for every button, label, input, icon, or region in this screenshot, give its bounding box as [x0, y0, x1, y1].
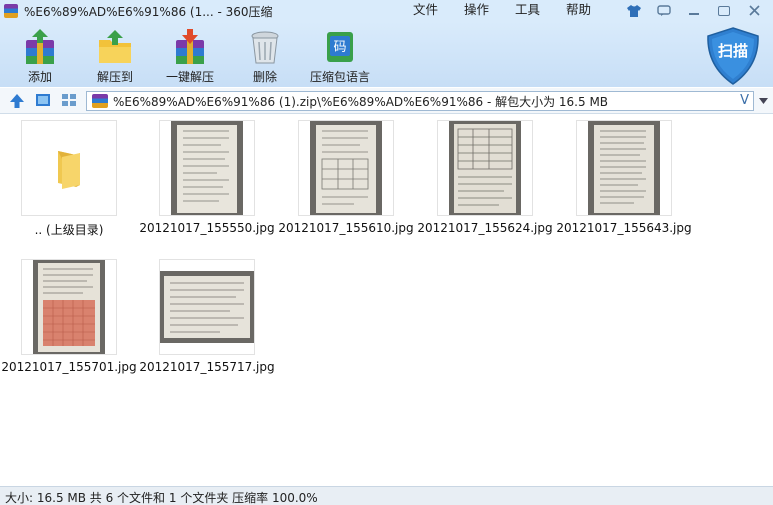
- maximize-icon: [718, 5, 730, 16]
- file-name: 20121017_155624.jpg: [417, 221, 553, 235]
- close-button[interactable]: [739, 2, 769, 19]
- file-list: .. (上级目录) 20121017_155550.jpg 20121017_1…: [0, 114, 773, 486]
- file-item[interactable]: 20121017_155550.jpg: [139, 120, 275, 235]
- shirt-icon: [627, 4, 641, 17]
- large-icon-view-icon[interactable]: [35, 93, 51, 107]
- address-field[interactable]: %E6%89%AD%E6%91%86 (1).zip\%E6%89%AD%E6%…: [86, 91, 754, 111]
- scan-button[interactable]: 扫描: [704, 26, 762, 86]
- minimize-button[interactable]: [679, 2, 709, 19]
- extract-to-label: 解压到: [96, 70, 133, 84]
- add-archive-icon: [26, 29, 54, 64]
- folder-icon: [58, 151, 80, 189]
- menu-bar: 文件 操作 工具 帮助: [400, 0, 604, 22]
- address-path: %E6%89%AD%E6%91%86 (1).zip\%E6%89%AD%E6%…: [113, 94, 609, 109]
- file-thumbnail: [159, 259, 255, 355]
- document-photo-icon: [33, 260, 105, 354]
- grid-view-icon[interactable]: [61, 93, 77, 107]
- encoding-label: 压缩包语言: [309, 70, 370, 84]
- feedback-button[interactable]: [649, 2, 679, 19]
- document-photo-icon: [310, 121, 382, 215]
- window-title: %E6%89%AD%E6%91%86 (1... - 360压缩: [24, 4, 273, 19]
- scan-label: 扫描: [717, 42, 748, 60]
- menu-file[interactable]: 文件: [400, 0, 451, 22]
- document-photo-icon: [171, 121, 243, 215]
- add-button[interactable]: 添加: [2, 28, 78, 85]
- one-click-extract-icon: [176, 29, 204, 64]
- file-thumbnail: [159, 120, 255, 216]
- menu-operation[interactable]: 操作: [451, 0, 502, 22]
- file-thumbnail: [21, 120, 117, 216]
- document-photo-icon: [160, 271, 254, 343]
- one-click-extract-label: 一键解压: [165, 70, 214, 84]
- chevron-down-icon: [759, 98, 768, 104]
- file-item[interactable]: 20121017_155624.jpg: [417, 120, 553, 235]
- file-name: .. (上级目录): [34, 223, 104, 237]
- document-photo-icon: [449, 121, 521, 215]
- verify-label[interactable]: V: [740, 92, 749, 110]
- extract-folder-icon: [99, 30, 131, 63]
- app-logo-icon: [4, 4, 18, 18]
- extract-to-button[interactable]: 解压到: [77, 28, 153, 85]
- file-item[interactable]: 20121017_155643.jpg: [556, 120, 692, 235]
- svg-text:码: 码: [333, 40, 346, 55]
- file-name: 20121017_155701.jpg: [1, 360, 137, 374]
- file-item[interactable]: 20121017_155717.jpg: [139, 259, 275, 374]
- file-item-parent-folder[interactable]: .. (上级目录): [1, 120, 137, 238]
- delete-button[interactable]: 删除: [227, 28, 303, 85]
- document-photo-icon: [588, 121, 660, 215]
- message-icon: [657, 4, 671, 16]
- menu-help[interactable]: 帮助: [553, 0, 604, 22]
- file-name: 20121017_155717.jpg: [139, 360, 275, 374]
- status-text: 大小: 16.5 MB 共 6 个文件和 1 个文件夹 压缩率 100.0%: [5, 491, 318, 505]
- address-dropdown-button[interactable]: [756, 91, 771, 111]
- menu-tools[interactable]: 工具: [502, 0, 553, 22]
- zip-archive-icon: [92, 94, 108, 108]
- status-bar: 大小: 16.5 MB 共 6 个文件和 1 个文件夹 压缩率 100.0%: [0, 486, 773, 505]
- maximize-button[interactable]: [709, 2, 739, 19]
- window-controls: [619, 2, 769, 19]
- one-click-extract-button[interactable]: 一键解压: [152, 28, 228, 85]
- up-arrow-icon[interactable]: [9, 93, 25, 109]
- toolbar: 添加 解压到 一键解压 删除 码 压缩包语言 扫描: [0, 22, 773, 87]
- encoding-icon: 码: [327, 32, 353, 62]
- trash-can-icon: [251, 31, 279, 64]
- address-bar: %E6%89%AD%E6%91%86 (1).zip\%E6%89%AD%E6%…: [0, 88, 773, 114]
- skin-button[interactable]: [619, 2, 649, 19]
- file-thumbnail: [437, 120, 533, 216]
- file-thumbnail: [21, 259, 117, 355]
- file-name: 20121017_155643.jpg: [556, 221, 692, 235]
- add-label: 添加: [27, 70, 52, 84]
- close-icon: [748, 5, 760, 16]
- file-name: 20121017_155550.jpg: [139, 221, 275, 235]
- file-name: 20121017_155610.jpg: [278, 221, 414, 235]
- file-thumbnail: [576, 120, 672, 216]
- encoding-button[interactable]: 码 压缩包语言: [302, 28, 378, 85]
- file-thumbnail: [298, 120, 394, 216]
- file-item[interactable]: 20121017_155610.jpg: [278, 120, 414, 235]
- file-item[interactable]: 20121017_155701.jpg: [1, 259, 137, 374]
- delete-label: 删除: [252, 70, 277, 84]
- minimize-icon: [689, 12, 699, 15]
